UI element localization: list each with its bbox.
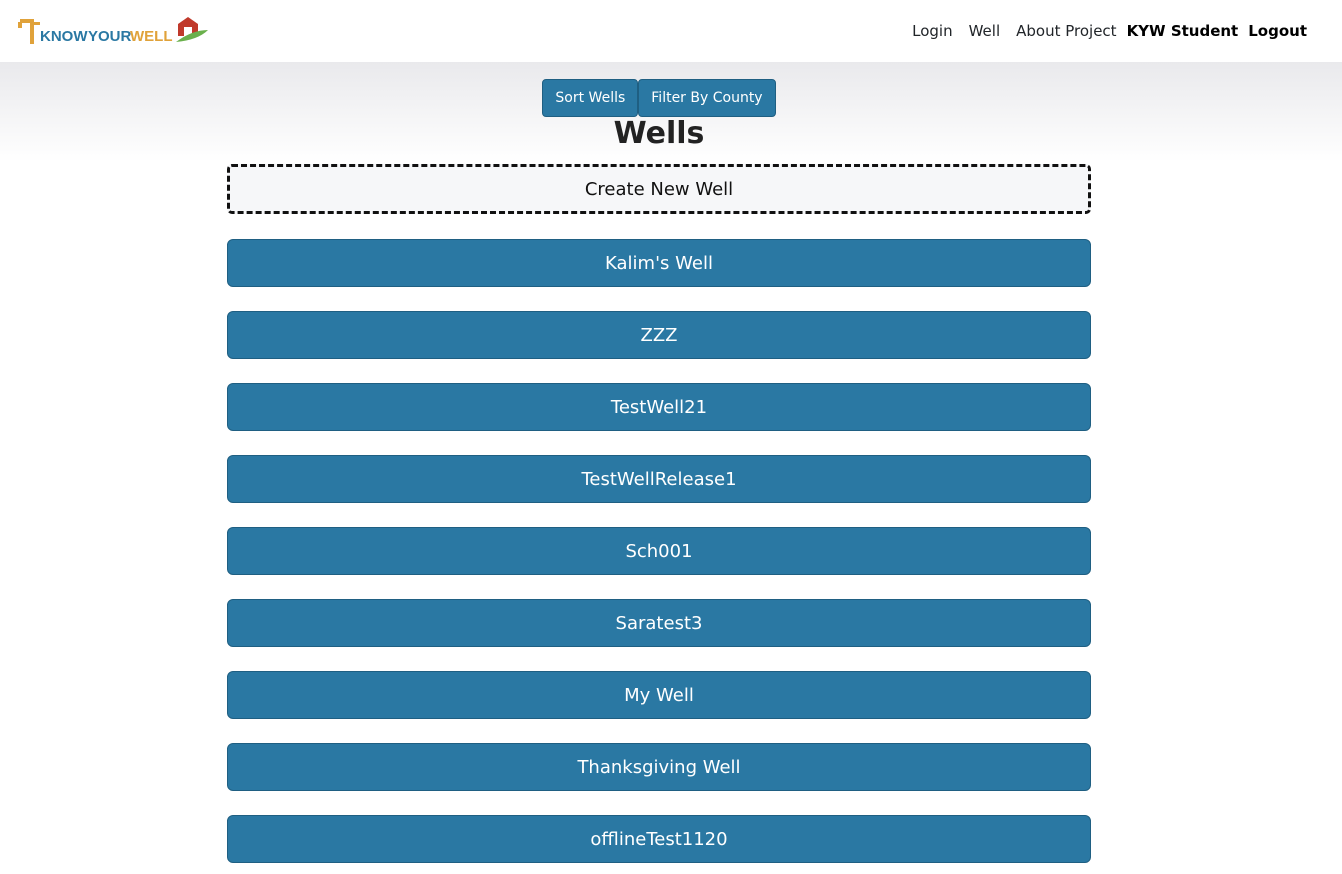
well-item[interactable]: ZZZ — [227, 311, 1091, 359]
barn-icon — [176, 17, 208, 42]
page-title: Wells — [613, 116, 705, 151]
well-item[interactable]: Thanksgiving Well — [227, 743, 1091, 791]
nav-about-link[interactable]: About Project — [1016, 22, 1116, 40]
logo-word-know: KNOW — [40, 28, 88, 45]
well-item[interactable]: offlineTest1120 — [227, 815, 1091, 863]
nav-links: Login Well About Project KYW Student Log… — [896, 22, 1324, 40]
logo-graphic: KNOW YOUR WELL — [18, 17, 208, 45]
well-item[interactable]: Kalim's Well — [227, 239, 1091, 287]
nav-user-name[interactable]: KYW Student — [1127, 22, 1239, 40]
well-item[interactable]: Saratest3 — [227, 599, 1091, 647]
create-new-well-button[interactable]: Create New Well — [227, 164, 1091, 214]
nav-login-link[interactable]: Login — [912, 22, 952, 40]
pump-icon — [18, 19, 40, 44]
well-list: Kalim's Well ZZZ TestWell21 TestWellRele… — [227, 239, 1091, 874]
sort-wells-button[interactable]: Sort Wells — [542, 79, 639, 117]
top-navbar: KNOW YOUR WELL Login Well About Project … — [0, 0, 1342, 62]
wells-toolbar: Sort Wells Filter By County — [0, 79, 1318, 117]
logo-word-well: WELL — [130, 28, 173, 45]
logo-word-your: YOUR — [88, 28, 132, 45]
nav-logout-link[interactable]: Logout — [1248, 22, 1307, 40]
well-item[interactable]: TestWell21 — [227, 383, 1091, 431]
well-item[interactable]: Sch001 — [227, 527, 1091, 575]
well-item[interactable]: My Well — [227, 671, 1091, 719]
know-your-well-logo[interactable]: KNOW YOUR WELL — [18, 11, 208, 51]
well-item[interactable]: TestWellRelease1 — [227, 455, 1091, 503]
filter-county-button[interactable]: Filter By County — [638, 79, 776, 117]
nav-well-link[interactable]: Well — [969, 22, 1001, 40]
